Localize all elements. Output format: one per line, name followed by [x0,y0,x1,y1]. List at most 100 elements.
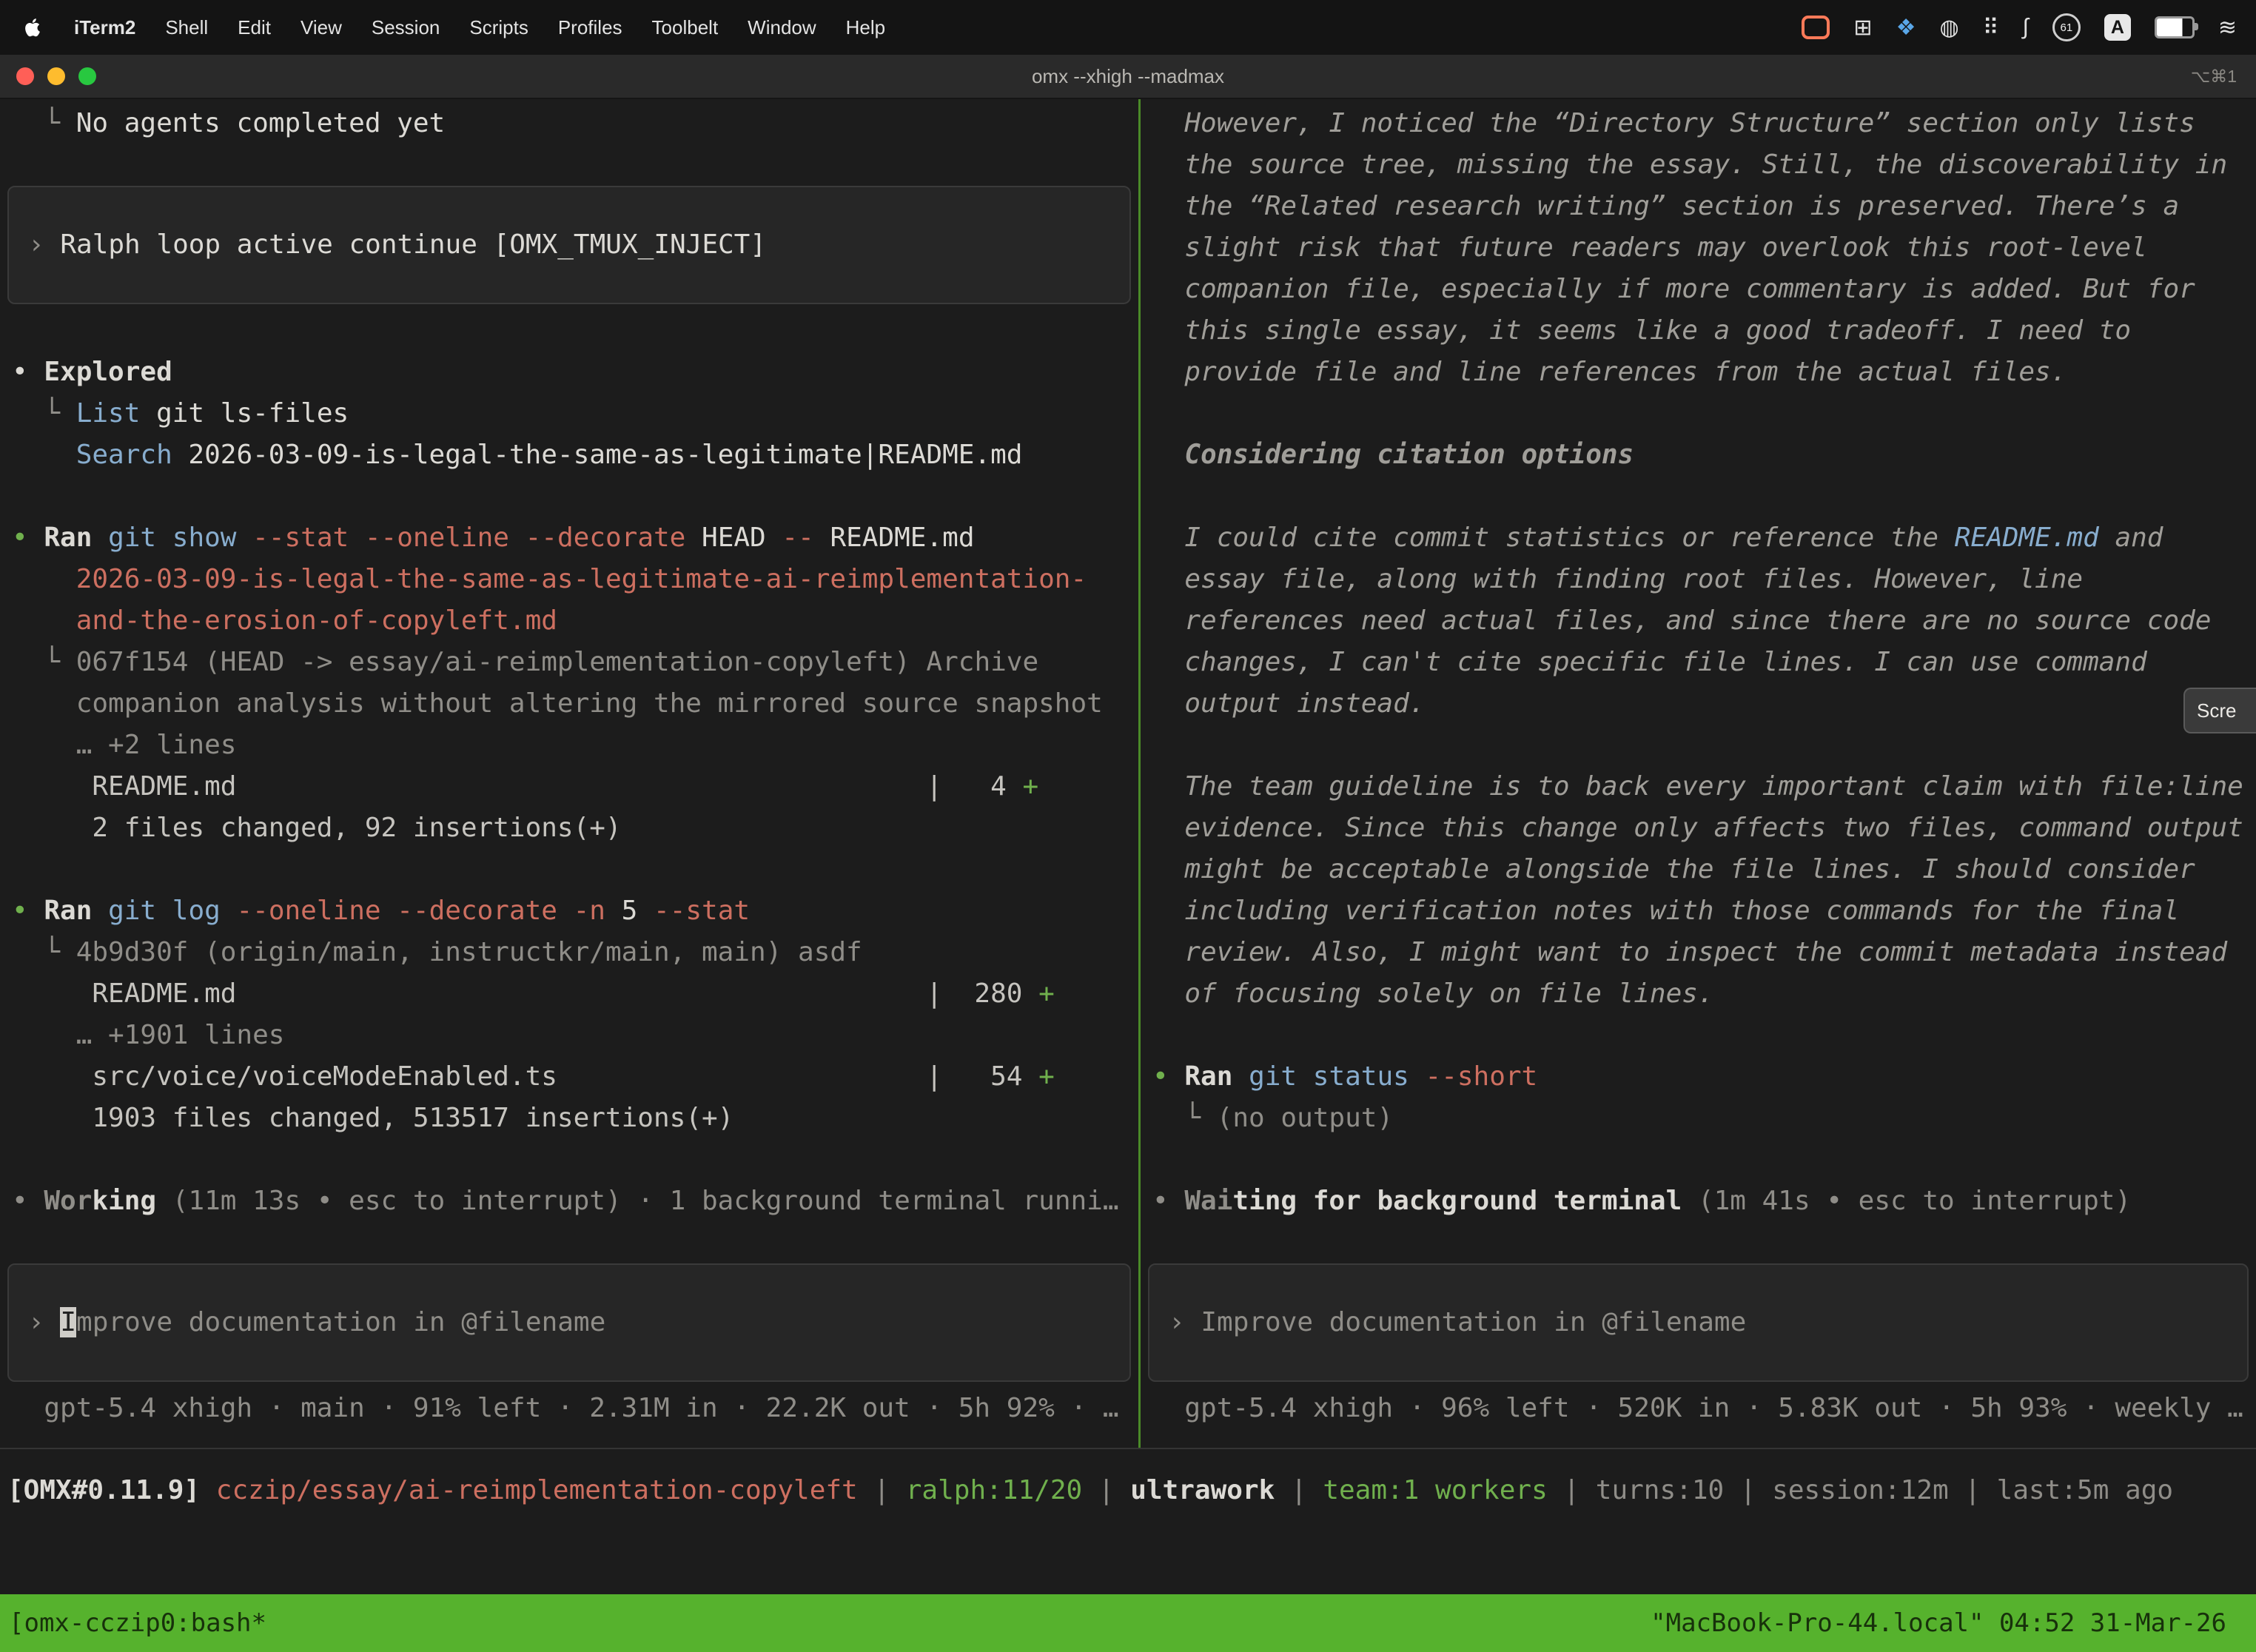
terminal-line: • Explored [0,352,1138,393]
text-segment: | [1275,1475,1323,1505]
text-segment: team:1 workers [1323,1475,1547,1505]
blank-line [1141,393,2256,434]
app-launcher-icon[interactable]: ⠿ [1983,15,1999,41]
terminal-line: README.md | 4 + [0,766,1138,807]
menu-item-toolbelt[interactable]: Toolbelt [652,16,719,39]
text-segment: changes, I can't cite specific file line… [1152,647,2147,677]
text-segment: --oneline --decorate -n [236,896,605,926]
terminal-line: companion analysis without altering the … [0,683,1138,725]
text-segment: git log [108,896,221,926]
battery-gauge-icon[interactable]: 61 [2052,13,2081,41]
terminal-line: the source tree, missing the essay. Stil… [1141,144,2256,186]
tmux-status-bar: [omx-cczip0:bash* "MacBook-Pro-44.local"… [0,1594,2256,1652]
menu-item-profiles[interactable]: Profiles [558,16,622,39]
terminal-line: … +1901 lines [0,1015,1138,1056]
text-segment: of focusing solely on file lines. [1152,978,1714,1009]
text-segment: Ran [44,523,92,553]
text-segment [92,523,108,553]
tmux-host-clock: "MacBook-Pro-44.local" 04:52 31-Mar-26 [1651,1608,2256,1638]
text-segment: However, I noticed the “Directory Struct… [1152,108,2195,138]
terminal-line: might be acceptable alongside the file l… [1141,849,2256,890]
screen-recording-icon[interactable] [1802,16,1830,39]
text-segment: └ [12,398,76,429]
text-segment: › [1169,1307,1201,1337]
text-segment: + [1038,1061,1055,1092]
input-source-icon[interactable]: A [2104,14,2131,41]
text-segment: (11m 13s • esc to interrupt) [156,1186,622,1216]
ralph-loop-banner[interactable]: › Ralph loop active continue [OMX_TMUX_I… [7,186,1131,304]
menu-item-scripts[interactable]: Scripts [469,16,528,39]
terminal-line: output instead. [1141,683,2256,725]
text-segment: provide file and line references from th… [1152,357,2067,387]
terminal-line: including verification notes with those … [1141,890,2256,932]
text-segment [92,896,108,926]
menu-item-window[interactable]: Window [748,16,816,39]
text-segment: HEAD [685,523,782,553]
text-segment: and [2099,523,2163,553]
prompt-input[interactable]: › Improve documentation in @filename [1148,1263,2249,1382]
text-segment [12,605,76,636]
menu-item-view[interactable]: View [301,16,342,39]
terminal-line: └ No agents completed yet [0,103,1138,144]
apple-menu-icon[interactable] [22,16,44,38]
menu-item-iterm2[interactable]: iTerm2 [74,16,135,39]
menu-item-help[interactable]: Help [846,16,885,39]
grid-icon[interactable]: ⊞ [1853,15,1872,41]
text-segment: | [1548,1475,1596,1505]
text-segment: • [12,523,44,553]
text-segment: README.md | 4 [12,771,1022,802]
text-segment: git show [108,523,236,553]
terminal-line: src/voice/voiceModeEnabled.ts | 54 + [0,1056,1138,1098]
blank-line [0,476,1138,517]
terminal-line: provide file and line references from th… [1141,352,2256,393]
omx-status-line: [OMX#0.11.9] cczip/essay/ai-reimplementa… [0,1470,2256,1511]
text-segment: + [1038,978,1055,1009]
left-terminal-pane[interactable]: └ No agents completed yet › Ralph loop ac… [0,99,1138,1448]
text-segment: No agents completed yet [76,108,446,138]
text-segment [236,523,252,553]
text-segment: 067f154 (HEAD -> essay/ai-reimplementati… [76,647,1038,677]
text-segment: git ls-files [140,398,349,429]
menu-item-session[interactable]: Session [372,16,440,39]
text-segment: README.md [1955,523,2099,553]
text-segment: › [28,229,60,260]
text-segment: companion file, especially if more comme… [1152,274,2195,304]
dark-circle-icon[interactable]: ◍ [1939,15,1958,41]
hook-icon[interactable]: ∫ [2023,15,2029,40]
terminal-line: • Ran git log --oneline --decorate -n 5 … [0,890,1138,932]
terminal-line: of focusing solely on file lines. [1141,973,2256,1015]
text-segment: companion analysis without altering the … [12,688,1103,719]
terminal-line: └ List git ls-files [0,393,1138,434]
blank-line [1141,1015,2256,1056]
text-segment: --stat [654,896,750,926]
prompt-input: › Improve documentation in @filename [9,1302,1129,1343]
blue-app-icon[interactable]: ❖ [1896,15,1916,41]
text-segment: king [92,1186,156,1216]
text-segment: references need actual files, and since … [1152,605,2211,636]
text-segment: Ran [1184,1061,1232,1092]
text-segment: | [1724,1475,1772,1505]
menu-item-shell[interactable]: Shell [165,16,208,39]
text-segment: --short [1426,1061,1538,1092]
right-terminal-pane[interactable]: However, I noticed the “Directory Struct… [1141,99,2256,1448]
text-segment: mprove documentation in @filename [76,1307,605,1337]
text-segment: (no output) [1217,1103,1393,1133]
terminal-line: └ 067f154 (HEAD -> essay/ai-reimplementa… [0,642,1138,683]
terminal-line: the “Related research writing” section i… [1141,186,2256,227]
text-segment: · 1 background terminal runni… [622,1186,1119,1216]
menu-item-edit[interactable]: Edit [238,16,271,39]
text-segment: slight risk that future readers may over… [1152,232,2147,263]
wifi-icon[interactable]: ≋ [2218,15,2237,41]
text-segment: • [1152,1186,1184,1216]
working-status: • Working (11m 13s • esc to interrupt) ·… [0,1181,1138,1222]
blank-line [0,849,1138,890]
battery-icon[interactable] [2155,16,2195,38]
terminal-line: • Ran git show --stat --oneline --decora… [0,517,1138,559]
terminal-line: I could cite commit statistics or refere… [1141,517,2256,559]
text-segment: ultrawork [1130,1475,1275,1505]
text-segment: turns:10 [1596,1475,1724,1505]
prompt-input[interactable]: › Improve documentation in @filename [7,1263,1131,1382]
text-segment: Ralph loop active continue [OMX_TMUX_INJ… [60,229,766,260]
text-segment: gpt-5.4 xhigh · 96% left · 520K in · 5.8… [1152,1393,2243,1423]
text-segment: I could cite commit statistics or refere… [1152,523,1955,553]
